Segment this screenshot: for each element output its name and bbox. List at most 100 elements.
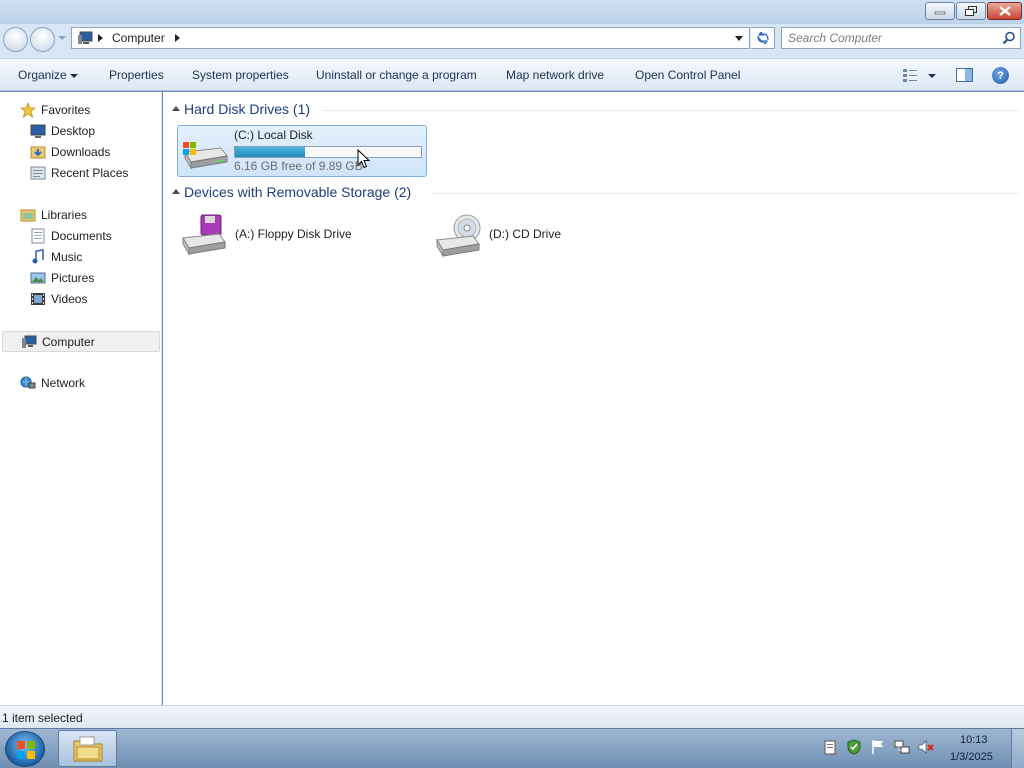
nav-favorites[interactable]: Favorites [0,100,160,120]
group-divider [431,193,1018,194]
star-icon [20,102,36,118]
navigation-pane: Favorites Desktop Downloads Recent Place… [0,92,162,705]
status-bar: 1 item selected [0,705,1024,728]
organize-button[interactable]: Organize [18,68,67,82]
floppy-drive-icon [182,214,226,256]
title-bar [0,0,1024,24]
action-center-flag-icon[interactable] [870,739,886,755]
cd-drive-icon [436,214,481,258]
taskbar: 10:13 1/3/2025 [0,728,1024,768]
nav-computer-label: Computer [42,334,95,349]
help-icon[interactable]: ? [992,67,1009,84]
close-icon [998,6,1011,16]
collapse-group-icon[interactable] [172,189,180,194]
notification-area [818,737,948,761]
nav-libraries[interactable]: Libraries [0,205,160,225]
drive-c-local-disk[interactable]: (C:) Local Disk 6.16 GB free of 9.89 GB [177,125,427,177]
nav-videos[interactable]: Videos [0,289,160,309]
minimize-icon [934,11,946,15]
properties-button[interactable]: Properties [109,68,164,82]
computer-icon [22,335,37,348]
preview-pane-icon[interactable] [956,68,973,82]
nav-documents[interactable]: Documents [0,226,160,246]
network-status-icon[interactable] [894,739,910,755]
refresh-icon [756,32,769,44]
nav-music[interactable]: Music [0,247,160,267]
nav-desktop-label: Desktop [51,124,96,138]
breadcrumb-computer[interactable]: Computer [112,31,165,45]
folder-icon [73,736,103,762]
map-network-drive-button[interactable]: Map network drive [506,68,604,82]
security-shield-icon[interactable] [846,739,862,755]
show-desktop-button[interactable] [1011,729,1024,768]
drive-a-floppy[interactable]: (A:) Floppy Disk Drive [178,212,398,260]
music-icon [32,249,44,264]
drive-d-cd[interactable]: (D:) CD Drive [432,212,632,260]
nav-libraries-label: Libraries [41,208,88,222]
collapse-group-icon[interactable] [172,106,180,111]
command-bar: Organize Properties System properties Un… [0,58,1024,91]
nav-favorites-label: Favorites [41,103,91,117]
recent-places-icon [30,166,46,180]
nav-downloads[interactable]: Downloads [0,142,160,162]
clock-time[interactable]: 10:13 [960,734,988,746]
chevron-down-icon[interactable] [928,74,936,78]
change-view-icon[interactable] [902,68,918,82]
local-disk-icon [183,142,228,170]
search-input[interactable] [788,30,988,46]
nav-music-label: Music [51,250,83,264]
downloads-folder-icon [30,146,46,159]
search-icon[interactable] [1002,31,1016,45]
restore-button[interactable] [956,2,986,20]
forward-button[interactable] [30,27,55,52]
group-header-removable-storage[interactable]: Devices with Removable Storage (2) [184,184,411,200]
nav-recent-places-label: Recent Places [51,166,129,180]
mouse-cursor-icon [357,149,370,169]
content-pane: Hard Disk Drives (1) (C:) Local Disk 6.1… [163,92,1024,705]
nav-network-label: Network [41,376,86,390]
disk-usage-bar [234,146,422,158]
desktop-icon [30,124,46,138]
nav-documents-label: Documents [51,229,112,243]
nav-recent-places[interactable]: Recent Places [0,163,160,183]
nav-network[interactable]: Network [0,373,160,393]
nav-desktop[interactable]: Desktop [0,121,160,141]
volume-muted-icon[interactable] [918,739,934,755]
minimize-button[interactable] [925,2,955,20]
back-button[interactable] [3,27,28,52]
computer-icon [78,31,93,44]
drive-d-label: (D:) CD Drive [489,227,561,241]
nav-computer[interactable]: Computer [2,331,160,352]
selection-status: 1 item selected [2,711,83,725]
disk-usage-fill [235,147,306,157]
uninstall-program-button[interactable]: Uninstall or change a program [316,68,477,82]
chevron-down-icon[interactable] [70,74,78,78]
address-dropdown-icon[interactable] [735,36,743,41]
address-bar[interactable]: Computer [71,27,750,49]
close-button[interactable] [987,2,1022,20]
restore-icon [965,5,977,16]
search-box[interactable] [781,27,1021,49]
group-header-hard-disk-drives[interactable]: Hard Disk Drives (1) [184,101,310,117]
drive-c-free-space: 6.16 GB free of 9.89 GB [234,159,363,173]
open-control-panel-button[interactable]: Open Control Panel [635,68,740,82]
recent-pages-dropdown-icon[interactable] [58,36,66,40]
clock-date[interactable]: 1/3/2025 [950,751,993,763]
start-button[interactable] [5,731,45,767]
refresh-button[interactable] [751,27,775,49]
drive-c-label: (C:) Local Disk [234,128,313,142]
clipboard-icon[interactable] [822,739,838,755]
windows-logo-icon [17,741,35,759]
nav-pictures[interactable]: Pictures [0,268,160,288]
taskbar-windows-explorer[interactable] [58,730,117,767]
videos-icon [31,293,45,305]
pictures-icon [30,272,46,284]
libraries-icon [20,209,36,222]
system-properties-button[interactable]: System properties [192,68,289,82]
documents-icon [31,228,45,244]
breadcrumb-separator-icon[interactable] [98,34,103,42]
network-icon [20,376,36,389]
nav-videos-label: Videos [51,292,88,306]
nav-downloads-label: Downloads [51,145,111,159]
breadcrumb-separator-icon[interactable] [175,34,180,42]
